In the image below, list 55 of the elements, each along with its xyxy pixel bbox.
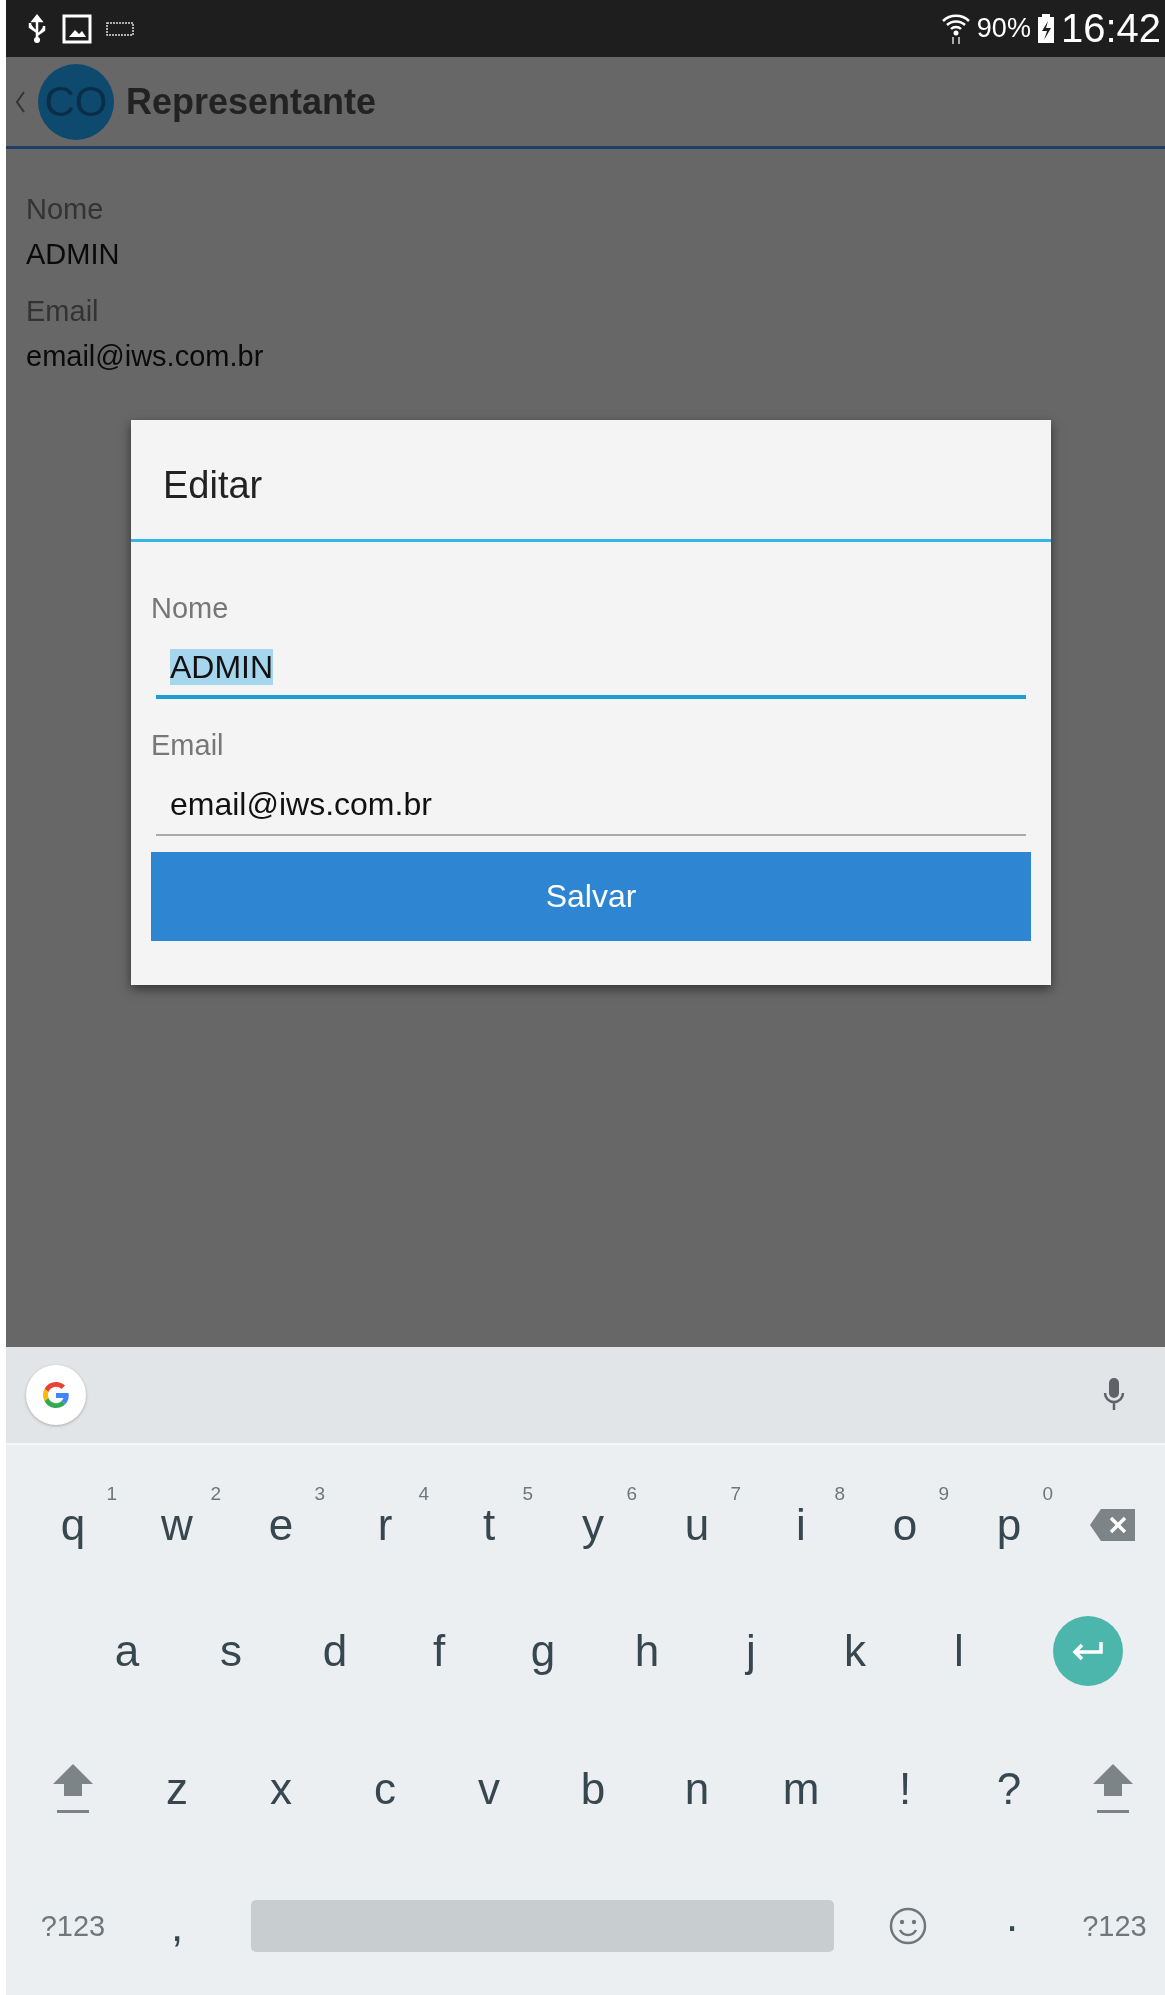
keyboard-key[interactable]: 7 u (645, 1445, 749, 1583)
battery-percent: 90% (976, 13, 1031, 44)
keyboard-key[interactable]: 9 o (853, 1445, 957, 1583)
keyboard-key[interactable]: ! (853, 1720, 957, 1858)
keyboard-key[interactable]: f (387, 1582, 491, 1720)
smiley-icon[interactable] (888, 1906, 928, 1947)
microphone-icon[interactable] (1103, 1377, 1125, 1413)
keyboard-key[interactable]: z (125, 1720, 229, 1858)
keyboard-key[interactable]: j (699, 1582, 803, 1720)
battery-charging-icon (1036, 13, 1055, 44)
dialog-title: Editar (131, 420, 1051, 542)
keyboard-key[interactable]: ? (957, 1720, 1061, 1858)
input-label: Nome (151, 592, 230, 625)
keyboard-key[interactable]: v (437, 1720, 541, 1858)
keyboard-key[interactable]: d (283, 1582, 387, 1720)
field-value: email@iws.com.br (26, 340, 265, 373)
keyboard-key[interactable]: g (491, 1582, 595, 1720)
keyboard-key[interactable]: 2 w (125, 1445, 229, 1583)
field-value: ADMIN (26, 238, 121, 271)
keyboard-key[interactable]: l (907, 1582, 1011, 1720)
shift-icon[interactable] (1091, 1761, 1135, 1816)
keyboard-icon (106, 21, 134, 36)
backspace-icon[interactable] (1089, 1507, 1137, 1542)
symbols-key[interactable]: ?123 (21, 1857, 125, 1995)
keyboard-key[interactable]: b (541, 1720, 645, 1858)
screen-title: Representante (126, 80, 377, 123)
enter-key-icon[interactable] (1053, 1616, 1123, 1687)
keyboard-key[interactable]: x (229, 1720, 333, 1858)
keyboard-key[interactable]: 8 i (749, 1445, 853, 1583)
text-input[interactable]: ADMIN (156, 649, 1026, 699)
keyboard-key[interactable]: a (75, 1582, 179, 1720)
keyboard-key[interactable]: k (803, 1582, 907, 1720)
keyboard-key[interactable]: 1 q (21, 1445, 125, 1583)
keyboard-key[interactable]: 5 t (437, 1445, 541, 1583)
keyboard-key[interactable]: m (749, 1720, 853, 1858)
back-chevron-icon[interactable] (14, 89, 26, 114)
image-icon (62, 13, 92, 44)
keyboard-key[interactable]: · (960, 1857, 1064, 1995)
keyboard-key[interactable]: 3 e (229, 1445, 333, 1583)
keyboard-key[interactable]: s (179, 1582, 283, 1720)
keyboard-key[interactable]: h (595, 1582, 699, 1720)
text-input[interactable]: email@iws.com.br (156, 786, 1026, 836)
keyboard-key[interactable]: 0 p (957, 1445, 1061, 1583)
symbols-key[interactable]: ?123 (1064, 1857, 1165, 1995)
keyboard-key[interactable]: 6 y (541, 1445, 645, 1583)
keyboard-key[interactable]: c (333, 1720, 437, 1858)
keyboard-key[interactable]: n (645, 1720, 749, 1858)
clock-time: 16:42 (1060, 6, 1161, 51)
google-logo-icon[interactable] (26, 1365, 86, 1425)
usb-icon (26, 13, 48, 44)
keyboard-key[interactable]: 4 r (333, 1445, 437, 1583)
save-button[interactable]: Salvar (151, 852, 1031, 941)
shift-icon[interactable] (51, 1761, 95, 1816)
keyboard-key[interactable]: , (125, 1857, 229, 1995)
input-label: Email (151, 729, 225, 762)
